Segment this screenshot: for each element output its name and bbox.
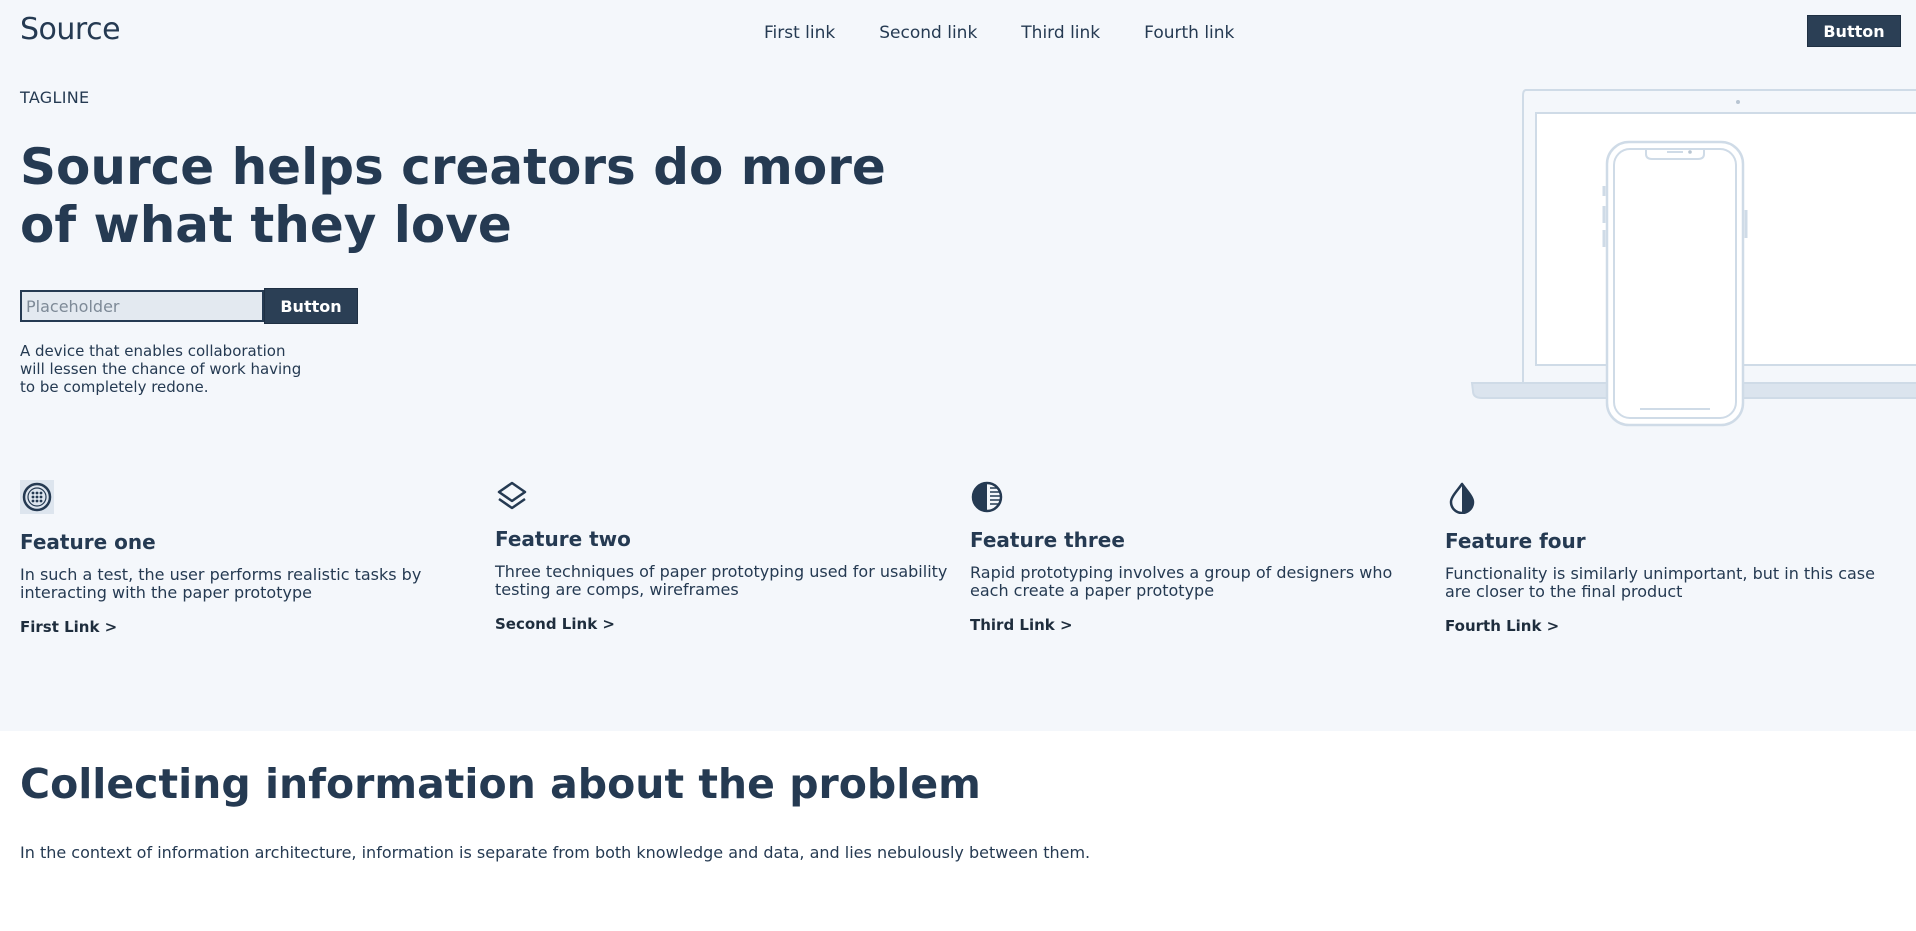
feature-text: Functionality is similarly unimportant, …	[1445, 564, 1875, 601]
feature-text: In such a test, the user performs realis…	[20, 565, 422, 602]
feature-text: Three techniques of paper prototyping us…	[495, 562, 948, 599]
feature-title: Feature four	[1445, 529, 1586, 553]
brand-logo[interactable]: Source	[20, 12, 121, 47]
feature-link[interactable]: Second Link >	[495, 615, 950, 633]
feature-title: Feature two	[495, 527, 631, 551]
feature-link[interactable]: Fourth Link >	[1445, 617, 1900, 635]
feature-link[interactable]: First Link >	[20, 618, 475, 636]
nav-link-second[interactable]: Second link	[879, 23, 977, 43]
feature-text: Rapid prototyping involves a group of de…	[970, 563, 1393, 600]
header-button[interactable]: Button	[1807, 15, 1901, 47]
top-nav: First link Second link Third link Fourth…	[764, 23, 1234, 43]
tagline: TAGLINE	[20, 88, 90, 107]
nav-link-first[interactable]: First link	[764, 23, 835, 43]
device-illustration	[1470, 89, 1916, 427]
feature-card-three: Feature three Rapid prototyping involves…	[970, 480, 1425, 634]
hero-section: Source First link Second link Third link…	[0, 0, 1916, 731]
nav-link-third[interactable]: Third link	[1021, 23, 1100, 43]
phone-illustration	[1602, 140, 1748, 427]
hero-headline: Source helps creators do more of what th…	[20, 138, 886, 254]
feature-title: Feature three	[970, 528, 1125, 552]
email-input[interactable]	[20, 290, 264, 322]
half-circle-icon	[971, 481, 1003, 513]
feature-card-two: Feature two Three techniques of paper pr…	[495, 480, 950, 633]
section-title: Collecting information about the problem	[20, 760, 981, 808]
feature-card-four: Feature four Functionality is similarly …	[1445, 480, 1900, 635]
globe-icon	[20, 480, 54, 514]
feature-card-one: Feature one In such a test, the user per…	[20, 480, 475, 636]
section-text: In the context of information architectu…	[20, 843, 1091, 862]
feature-link[interactable]: Third Link >	[970, 616, 1425, 634]
submit-button[interactable]: Button	[264, 288, 358, 324]
hero-description: A device that enables collaboration will…	[20, 342, 302, 396]
layers-icon	[497, 481, 527, 510]
signup-form: Button	[20, 288, 358, 324]
feature-title: Feature one	[20, 530, 156, 554]
nav-link-fourth[interactable]: Fourth link	[1144, 23, 1234, 43]
drop-icon	[1449, 482, 1475, 515]
